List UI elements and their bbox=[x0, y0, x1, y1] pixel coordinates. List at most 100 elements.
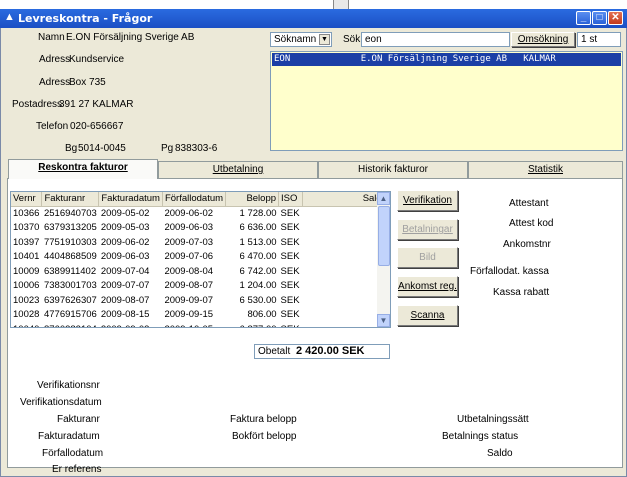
phone-label: Telefon bbox=[36, 121, 69, 132]
table-cell: 10009 bbox=[13, 265, 40, 277]
table-cell: 4776915706 bbox=[43, 309, 97, 321]
search-results-list[interactable] bbox=[270, 51, 623, 151]
research-button-label: Omsökning bbox=[517, 34, 569, 45]
table-row[interactable]: 10006 7383001703 2009-07-07 2009-08-07 1 204… bbox=[11, 279, 390, 294]
table-row[interactable]: 1004087603821042009-09-032009-10-056 877… bbox=[11, 322, 390, 327]
table-cell: 1 204.00 bbox=[239, 280, 277, 292]
close-icon: ✕ bbox=[611, 12, 620, 23]
table-cell: SEK bbox=[280, 280, 300, 292]
close-button[interactable]: ✕ bbox=[608, 11, 623, 25]
scroll-up-icon[interactable]: ▲ bbox=[377, 192, 390, 205]
table-cell: SEK bbox=[280, 265, 300, 277]
bg-value: 5014-0045 bbox=[78, 143, 126, 154]
table-cell: 2009-08-04 bbox=[164, 265, 214, 277]
table-cell: 2009-09-15 bbox=[164, 309, 214, 321]
table-cell: SEK bbox=[279, 322, 303, 327]
table-cell: 2009-10-05 bbox=[162, 322, 225, 327]
maximize-icon: □ bbox=[596, 12, 603, 23]
table-row[interactable]: 10366 2516940703 2009-05-02 2009-06-02 1 728… bbox=[11, 206, 390, 221]
balance-label: Saldo bbox=[487, 448, 513, 459]
research-button[interactable]: Omsökning bbox=[511, 32, 575, 47]
table-row[interactable]: 10023 6397626307 2009-08-07 2009-09-07 6 530… bbox=[11, 293, 390, 308]
name-label: Namn bbox=[38, 32, 65, 43]
table-cell: 10023 bbox=[13, 294, 40, 306]
search-label: Sök bbox=[343, 34, 361, 45]
arrival-registration-button[interactable]: Ankomst reg. bbox=[397, 276, 458, 297]
table-cell: 10028 bbox=[13, 309, 40, 321]
table-cell: 2009-08-15 bbox=[100, 309, 150, 321]
table-cell: 6 530.00 bbox=[239, 294, 277, 306]
tab-label: Historik fakturor bbox=[357, 164, 428, 175]
table-cell: 10397 bbox=[13, 236, 40, 248]
tab-historik-fakturor[interactable]: Historik fakturor bbox=[318, 161, 468, 178]
table-header-row: Vernr Fakturanr Fakturadatum Förfallodat… bbox=[11, 192, 390, 207]
payments-button-label: Betalningar bbox=[402, 224, 453, 235]
table-cell: SEK bbox=[280, 222, 300, 234]
table-cell: 7751910303 bbox=[43, 236, 97, 248]
maximize-button[interactable]: □ bbox=[592, 11, 607, 25]
payments-button[interactable]: Betalningar bbox=[397, 219, 458, 240]
address-value: Kundservice bbox=[69, 54, 125, 65]
invoice-table[interactable]: Vernr Fakturanr Fakturadatum Förfallodat… bbox=[10, 191, 391, 328]
table-row[interactable]: 10397 7751910303 2009-06-02 2009-07-03 1 513… bbox=[11, 235, 390, 250]
chevron-down-icon[interactable]: ▼ bbox=[319, 34, 330, 45]
tab-statistik[interactable]: Statistik bbox=[468, 161, 623, 178]
payment-method-label: Utbetalningssätt bbox=[457, 414, 529, 425]
table-cell: 10401 bbox=[13, 251, 40, 263]
address2-value: Box 735 bbox=[69, 77, 106, 88]
payment-status-label: Betalnings status bbox=[442, 431, 519, 442]
reference-label: Er referens bbox=[52, 464, 102, 475]
column-header[interactable]: Fakturadatum bbox=[98, 192, 163, 207]
table-cell: 10370 bbox=[13, 222, 40, 234]
table-row[interactable]: 10028 4776915706 2009-08-15 2009-09-15 806.0… bbox=[11, 308, 390, 323]
overdue-cash-label: Förfallodat. kassa bbox=[470, 266, 549, 277]
scan-button[interactable]: Scanna bbox=[397, 305, 458, 326]
column-header[interactable]: Förfallodatum bbox=[162, 192, 227, 207]
table-cell: SEK bbox=[280, 251, 300, 263]
cash-discount-label: Kassa rabatt bbox=[493, 287, 550, 298]
column-header[interactable]: ISO bbox=[278, 192, 304, 207]
table-cell: 7383001703 bbox=[43, 280, 97, 292]
table-cell: 2009-09-03 bbox=[99, 322, 163, 327]
name-value: E.ON Försäljning Sverige AB bbox=[66, 32, 195, 43]
unpaid-value: 2 420.00 SEK bbox=[296, 345, 365, 357]
column-header[interactable]: Belopp bbox=[225, 192, 280, 207]
table-cell: 2009-07-03 bbox=[164, 236, 214, 248]
list-item[interactable]: EON E.ON Försäljning Sverige AB KALMAR bbox=[272, 53, 621, 66]
postal-label: Postadress bbox=[12, 99, 63, 110]
table-cell: 10366 bbox=[13, 208, 40, 219]
column-header[interactable]: Fakturanr bbox=[41, 192, 100, 207]
table-row[interactable]: 10401 4404868509 2009-06-03 2009-07-06 6 470… bbox=[11, 250, 390, 265]
table-cell: 4404868509 bbox=[43, 251, 97, 263]
table-cell: 2009-07-04 bbox=[100, 265, 150, 277]
background-window-edge bbox=[333, 0, 349, 9]
table-cell: 2009-09-07 bbox=[164, 294, 214, 306]
search-mode-select[interactable]: Söknamn ▼ bbox=[270, 32, 332, 47]
scroll-down-icon[interactable]: ▼ bbox=[377, 314, 390, 327]
bg-label: Bg bbox=[65, 143, 78, 154]
table-cell: 2009-06-02 bbox=[164, 208, 214, 219]
tab-reskontra-fakturor[interactable]: Reskontra fakturor bbox=[8, 159, 158, 179]
minimize-button[interactable]: _ bbox=[576, 11, 591, 25]
table-cell: 2009-08-07 bbox=[164, 280, 214, 292]
table-cell: SEK bbox=[280, 294, 300, 306]
image-button[interactable]: Bild bbox=[397, 247, 458, 268]
invoice-date-label: Fakturadatum bbox=[38, 431, 100, 442]
window-title: Levreskontra - Frågor bbox=[18, 12, 153, 25]
table-row[interactable]: 10009 6389911402 2009-07-04 2009-08-04 6 742… bbox=[11, 264, 390, 279]
table-cell: 2009-06-03 bbox=[164, 222, 214, 234]
pg-label: Pg bbox=[161, 143, 174, 154]
phone-value: 020-656667 bbox=[70, 121, 124, 132]
table-cell: 6 636.00 bbox=[239, 222, 277, 234]
search-input[interactable]: eon bbox=[361, 32, 510, 47]
table-cell: 6 877.00 bbox=[226, 322, 279, 327]
table-cell: 1 728.00 bbox=[239, 208, 277, 219]
column-header[interactable]: Vernr bbox=[11, 192, 43, 207]
table-cell: SEK bbox=[280, 208, 300, 219]
tab-utbetalning[interactable]: Utbetalning bbox=[158, 161, 318, 178]
scrollbar-thumb[interactable] bbox=[378, 206, 390, 266]
unpaid-total-box: Obetalt 2 420.00 SEK bbox=[254, 344, 390, 359]
table-row[interactable]: 10370 6379313205 2009-05-03 2009-06-03 6 636… bbox=[11, 221, 390, 236]
table-cell: 2009-07-07 bbox=[100, 280, 150, 292]
verification-button[interactable]: Verifikation bbox=[397, 190, 458, 211]
